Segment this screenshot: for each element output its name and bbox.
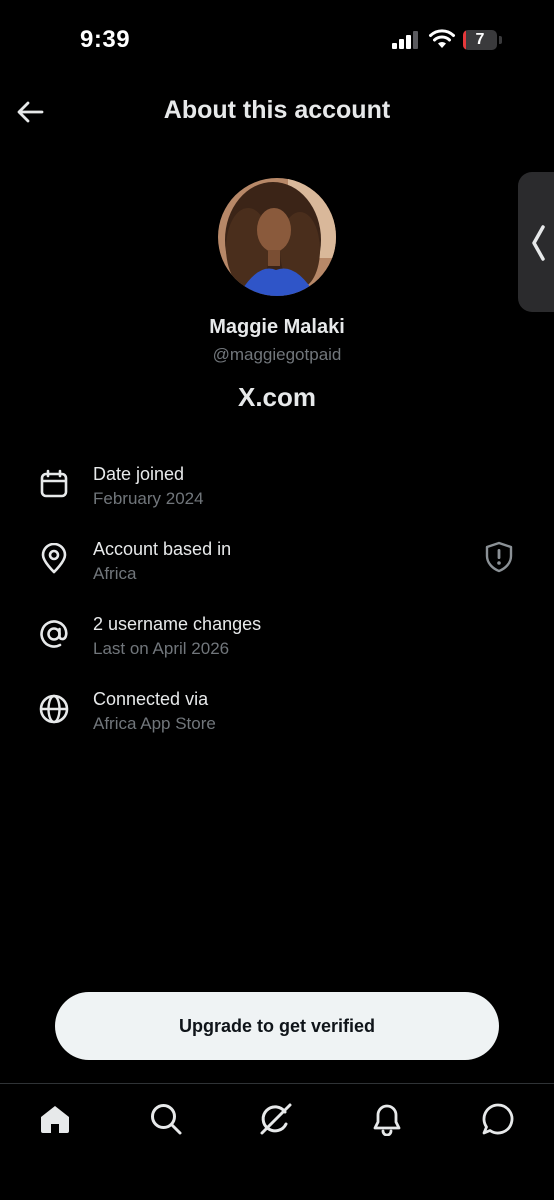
info-subtitle: Last on April 2026: [93, 639, 230, 658]
cellular-signal-icon: [392, 31, 418, 49]
display-name: Maggie Malaki: [209, 316, 345, 338]
globe-icon: [39, 694, 69, 724]
search-icon[interactable]: [149, 1102, 183, 1136]
shield-alert-icon[interactable]: [484, 541, 514, 573]
status-time: 9:39: [80, 26, 131, 53]
info-subtitle: February 2024: [93, 489, 204, 508]
info-title: Account based in: [93, 539, 232, 559]
info-title: Connected via: [93, 689, 209, 709]
chevron-left-icon: [532, 225, 545, 261]
battery-level: 7: [475, 31, 485, 48]
location-pin-icon: [41, 543, 67, 574]
battery-indicator: 7: [463, 30, 497, 50]
calendar-icon: [40, 469, 68, 498]
username-handle: @maggiegotpaid: [212, 345, 342, 364]
info-row-connected-via: Connected via Africa App Store: [0, 689, 554, 753]
avatar-image: [218, 178, 336, 296]
platform-label: X.com: [237, 382, 317, 412]
side-panel-handle[interactable]: [518, 172, 554, 312]
messages-icon[interactable]: [481, 1102, 515, 1136]
status-bar: 9:39 7: [0, 0, 554, 80]
info-row-account-location: Account based in Africa: [0, 539, 554, 603]
upgrade-verified-button[interactable]: Upgrade to get verified: [55, 992, 499, 1060]
info-subtitle: Africa: [93, 564, 137, 583]
info-subtitle: Africa App Store: [93, 714, 216, 733]
grok-icon[interactable]: [259, 1102, 293, 1136]
notifications-icon[interactable]: [370, 1102, 404, 1136]
bottom-tab-bar: [0, 1083, 554, 1200]
header: About this account: [0, 80, 554, 144]
at-sign-icon: [40, 620, 68, 648]
page-title: About this account: [163, 96, 391, 124]
battery-tip: [499, 36, 502, 44]
info-row-username-changes: 2 username changes Last on April 2026: [0, 614, 554, 678]
info-row-date-joined: Date joined February 2024: [0, 464, 554, 528]
wifi-icon: [429, 29, 455, 48]
info-title: 2 username changes: [93, 614, 262, 634]
info-title: Date joined: [93, 464, 185, 484]
home-icon[interactable]: [38, 1102, 72, 1136]
avatar: [218, 178, 336, 296]
